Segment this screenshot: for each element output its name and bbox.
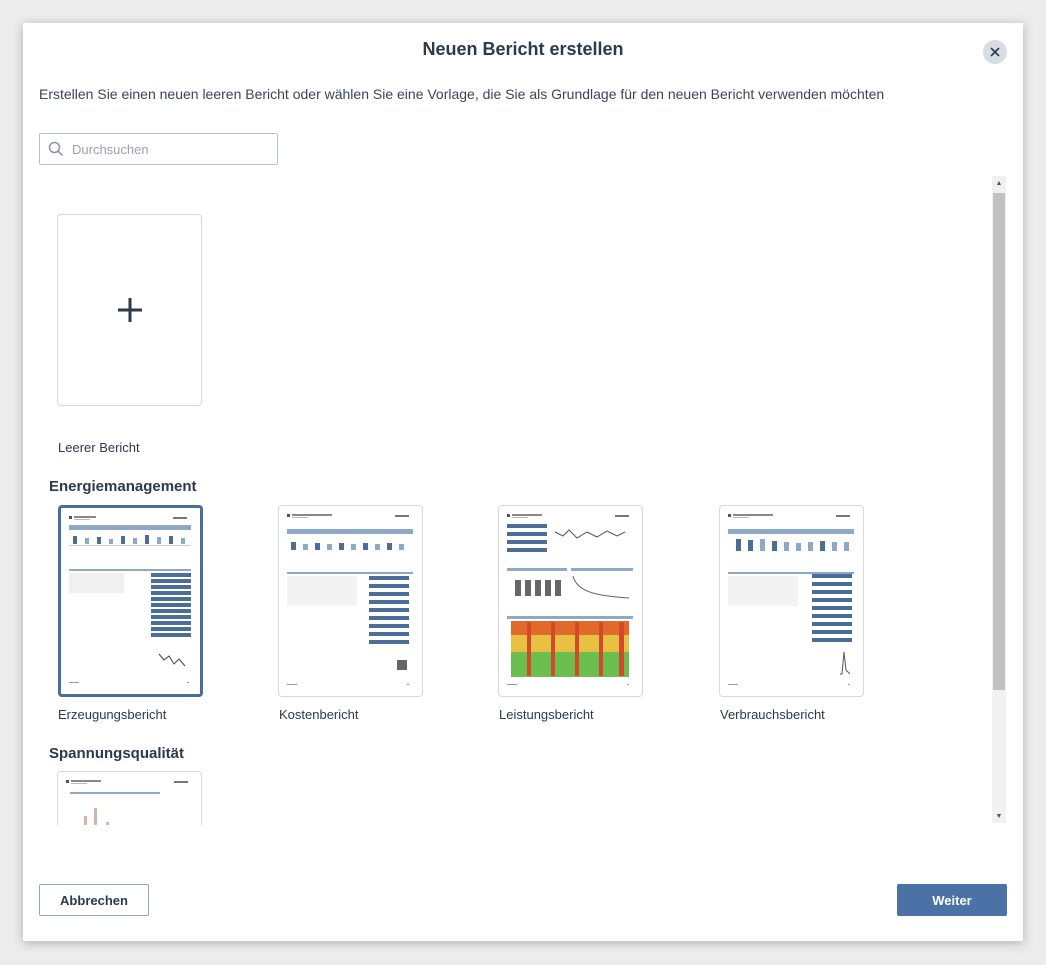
template-label-leistungsbericht: Leistungsbericht (499, 707, 594, 722)
section-title-spannungsqualitaet: Spannungsqualität (49, 745, 184, 762)
template-card-kostenbericht[interactable] (278, 505, 423, 697)
scroll-up-arrow[interactable]: ▲ (992, 176, 1006, 190)
plus-icon (117, 298, 142, 322)
search-field[interactable] (39, 133, 278, 165)
dialog-description: Erstellen Sie einen neuen leeren Bericht… (39, 86, 885, 102)
template-card-spannungsqualitaet[interactable] (57, 771, 202, 825)
vertical-scrollbar[interactable]: ▲ ▼ (992, 176, 1006, 823)
next-button[interactable]: Weiter (897, 884, 1007, 916)
template-card-leistungsbericht[interactable] (498, 505, 643, 697)
scroll-down-arrow[interactable]: ▼ (992, 809, 1006, 823)
close-icon (990, 47, 1000, 57)
close-button[interactable] (983, 40, 1007, 64)
report-preview-thumbnail (507, 514, 633, 685)
template-label-kostenbericht: Kostenbericht (279, 707, 359, 722)
scrollbar-thumb[interactable] (993, 193, 1005, 690)
template-card-erzeugungsbericht[interactable] (58, 505, 203, 697)
template-label-verbrauchsbericht: Verbrauchsbericht (720, 707, 825, 722)
report-preview-thumbnail (66, 780, 188, 825)
report-preview-thumbnail (69, 516, 191, 683)
report-preview-thumbnail (728, 514, 854, 685)
report-preview-thumbnail (287, 514, 413, 685)
section-title-energiemanagement: Energiemanagement (49, 478, 197, 495)
blank-report-card[interactable] (57, 214, 202, 406)
dialog-title: Neuen Bericht erstellen (422, 39, 624, 59)
search-input[interactable] (72, 139, 272, 159)
search-icon (48, 141, 64, 157)
blank-report-label: Leerer Bericht (58, 440, 140, 455)
template-card-verbrauchsbericht[interactable] (719, 505, 864, 697)
template-label-erzeugungsbericht: Erzeugungsbericht (58, 707, 167, 722)
create-report-dialog: Neuen Bericht erstellen Erstellen Sie ei… (23, 23, 1023, 941)
template-list[interactable]: Leerer Bericht Energiemanagement Erzeugu… (39, 175, 1007, 825)
cancel-button[interactable]: Abbrechen (39, 884, 149, 916)
